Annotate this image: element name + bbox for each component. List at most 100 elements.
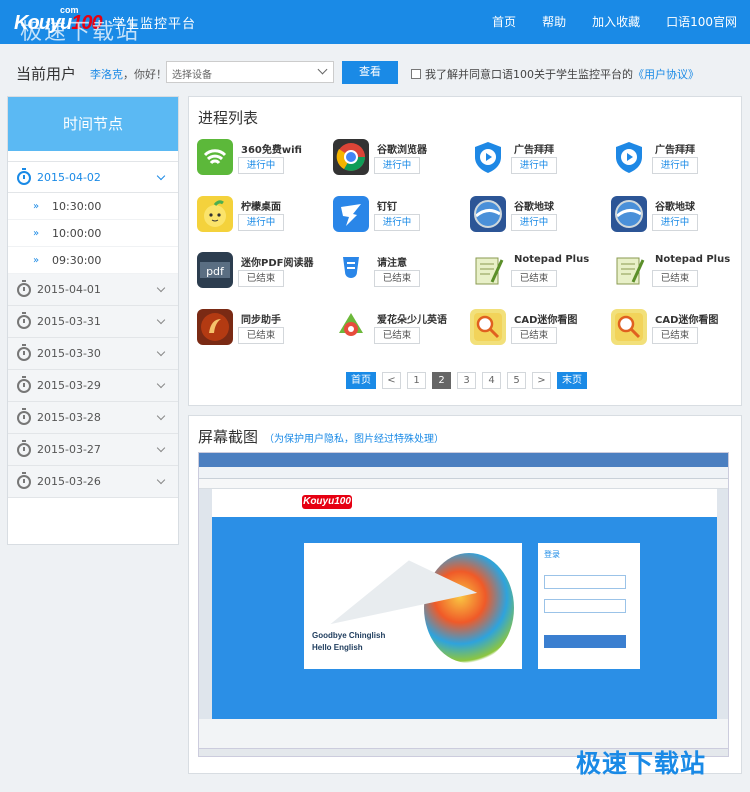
user-greeting: 李洛克，你好！ [90, 68, 167, 81]
stopwatch-icon [17, 376, 31, 393]
cad-icon [470, 309, 506, 345]
process-item[interactable]: 爱花朵少儿英语 已结束 [333, 309, 468, 355]
chevron-down-icon [317, 64, 328, 75]
date-item[interactable]: 2015-03-30 [8, 338, 178, 370]
shield-play-icon [611, 139, 647, 175]
date-label: 2015-04-02 [37, 171, 101, 184]
process-item[interactable]: Notepad Plus 已结束 [611, 252, 746, 298]
captured-login-box: 登录 [538, 543, 640, 669]
process-status-badge: 进行中 [238, 157, 284, 174]
login-input [544, 575, 626, 589]
watermark-overlay: 极速下载站 [20, 20, 141, 45]
process-status-badge: 已结束 [652, 270, 698, 287]
stopwatch-icon [17, 344, 31, 361]
chevron-down-icon [156, 443, 166, 453]
time-item[interactable]: » 10:00:00 [8, 220, 178, 247]
screenshot-title: 屏幕截图 （为保护用户隐私，图片经过特殊处理） [198, 428, 445, 446]
device-select[interactable]: 选择设备 [166, 61, 334, 83]
process-item[interactable]: 谷歌浏览器 进行中 [333, 139, 468, 185]
date-item[interactable]: 2015-03-26 [8, 466, 178, 498]
time-item[interactable]: » 09:30:00 [8, 247, 178, 274]
process-name: 钉钉 [377, 202, 397, 213]
browser-tabs [199, 453, 728, 467]
process-item[interactable]: 谷歌地球 进行中 [611, 196, 746, 242]
screenshot-image[interactable]: Kouyu100 Goodbye Chinglish Hello English… [198, 452, 729, 757]
process-panel: 进程列表 360免费wifi 进行中 谷歌浏览器 进行中 广告拜拜 进行中 广告拜拜 进行中柠… [188, 96, 742, 406]
process-item[interactable]: pdf 迷你PDF阅读器 已结束 [197, 252, 332, 298]
chevron-down-icon [156, 315, 166, 325]
nav-help[interactable]: 帮助 [529, 0, 579, 44]
stopwatch-icon [17, 168, 31, 185]
process-status-badge: 已结束 [511, 327, 557, 344]
process-name: Notepad Plus [655, 254, 731, 265]
process-name: 广告拜拜 [514, 145, 554, 156]
process-status-badge: 已结束 [652, 327, 698, 344]
page-first[interactable]: 首页 [346, 372, 376, 389]
date-item[interactable]: 2015-03-31 [8, 306, 178, 338]
notepad-icon [611, 252, 647, 288]
process-item[interactable]: 360免费wifi 进行中 [197, 139, 332, 185]
date-item[interactable]: 2015-03-27 [8, 434, 178, 466]
agreement: 我了解并同意口语100关于学生监控平台的 《用户协议》 [411, 66, 699, 82]
current-user-label: 当前用户 [16, 65, 77, 83]
page-1[interactable]: 1 [407, 372, 426, 389]
page-4[interactable]: 4 [482, 372, 501, 389]
dingtalk-icon [333, 196, 369, 232]
date-item-active[interactable]: 2015-04-02 [8, 161, 178, 193]
stopwatch-icon [17, 472, 31, 489]
process-item[interactable]: 钉钉 进行中 [333, 196, 468, 242]
captured-navbar: Kouyu100 [212, 489, 717, 517]
double-arrow-icon: » [33, 201, 40, 212]
process-name: 谷歌地球 [655, 202, 695, 213]
process-item[interactable]: CAD迷你看图 已结束 [470, 309, 605, 355]
process-name: 谷歌浏览器 [377, 145, 427, 156]
chevron-down-icon [156, 379, 166, 389]
stopwatch-icon [17, 440, 31, 457]
process-status-badge: 进行中 [652, 214, 698, 231]
screenshot-subtitle: （为保护用户隐私，图片经过特殊处理） [264, 434, 445, 445]
date-item[interactable]: 2015-03-28 [8, 402, 178, 434]
page-2-current[interactable]: 2 [432, 372, 451, 389]
browser-bookmarks [199, 479, 728, 489]
top-nav: 首页 帮助 加入收藏 口语100官网 [479, 0, 750, 44]
stopwatch-icon [17, 408, 31, 425]
time-item[interactable]: » 10:30:00 [8, 193, 178, 220]
process-name: 请注意 [377, 258, 407, 269]
process-item[interactable]: Notepad Plus 已结束 [470, 252, 605, 298]
sync-icon [197, 309, 233, 345]
view-button[interactable]: 查看 [342, 61, 398, 84]
process-name: 广告拜拜 [655, 145, 695, 156]
nav-official-site[interactable]: 口语100官网 [653, 0, 750, 44]
process-status-badge: 进行中 [374, 214, 420, 231]
process-title: 进程列表 [198, 109, 259, 127]
process-item[interactable]: 同步助手 已结束 [197, 309, 332, 355]
page-last[interactable]: 末页 [557, 372, 587, 389]
process-name: Notepad Plus [514, 254, 590, 265]
process-name: 360免费wifi [241, 145, 302, 156]
date-item[interactable]: 2015-03-29 [8, 370, 178, 402]
double-arrow-icon: » [33, 228, 40, 239]
process-item[interactable]: CAD迷你看图 已结束 [611, 309, 746, 355]
date-item[interactable]: 2015-04-01 [8, 274, 178, 306]
process-item[interactable]: 广告拜拜 进行中 [470, 139, 605, 185]
nav-favorite[interactable]: 加入收藏 [579, 0, 653, 44]
process-name: 迷你PDF阅读器 [241, 258, 314, 269]
page-5[interactable]: 5 [507, 372, 526, 389]
process-name: 谷歌地球 [514, 202, 554, 213]
user-agreement-link[interactable]: 《用户协议》 [633, 66, 699, 82]
chevron-down-icon [156, 475, 166, 485]
page-3[interactable]: 3 [457, 372, 476, 389]
process-item[interactable]: 请注意 已结束 [333, 252, 468, 298]
page-prev[interactable]: < [382, 372, 401, 389]
process-item[interactable]: 广告拜拜 进行中 [611, 139, 746, 185]
process-item[interactable]: 谷歌地球 进行中 [470, 196, 605, 242]
top-header: Kouyu100 com 学生监控平台 极速下载站 首页 帮助 加入收藏 口语1… [0, 0, 750, 45]
user-name[interactable]: 李洛克 [90, 68, 123, 81]
agree-checkbox[interactable] [411, 69, 421, 79]
captured-site: Kouyu100 Goodbye Chinglish Hello English… [212, 489, 717, 719]
process-item[interactable]: 柠檬桌面 进行中 [197, 196, 332, 242]
wifi-icon [197, 139, 233, 175]
captured-logo: Kouyu100 [302, 495, 352, 509]
nav-home[interactable]: 首页 [479, 0, 529, 44]
page-next[interactable]: > [532, 372, 551, 389]
